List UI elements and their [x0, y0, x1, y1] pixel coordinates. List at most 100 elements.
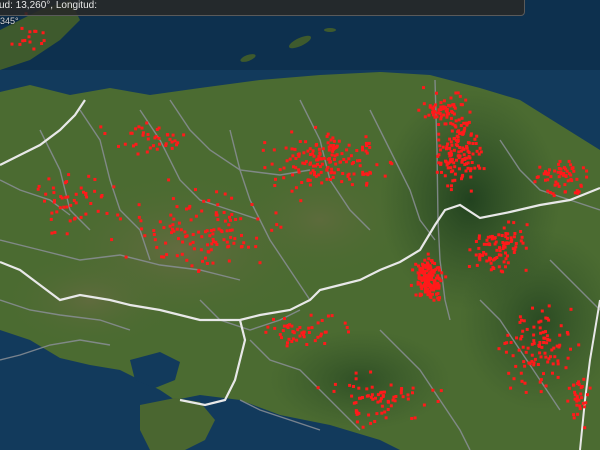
fire-hotspot[interactable]	[498, 246, 501, 250]
fire-hotspot[interactable]	[567, 159, 571, 163]
fire-hotspot[interactable]	[79, 215, 83, 219]
fire-hotspot[interactable]	[240, 233, 243, 237]
fire-hotspot[interactable]	[205, 229, 209, 233]
fire-hotspot[interactable]	[319, 334, 323, 338]
fire-hotspot[interactable]	[197, 230, 201, 234]
fire-hotspot[interactable]	[164, 241, 168, 245]
fire-hotspot[interactable]	[52, 200, 56, 204]
fire-hotspot[interactable]	[58, 206, 62, 210]
fire-hotspot[interactable]	[273, 184, 277, 187]
fire-hotspot[interactable]	[341, 172, 345, 175]
fire-hotspot[interactable]	[280, 336, 283, 340]
fire-hotspot[interactable]	[200, 209, 204, 213]
fire-hotspot[interactable]	[229, 235, 233, 239]
fire-hotspot[interactable]	[549, 175, 553, 179]
fire-hotspot[interactable]	[551, 371, 554, 375]
fire-hotspot[interactable]	[457, 154, 461, 158]
fire-hotspot[interactable]	[93, 178, 97, 181]
fire-hotspot[interactable]	[292, 165, 295, 169]
fire-hotspot[interactable]	[199, 248, 203, 252]
fire-hotspot[interactable]	[558, 333, 562, 337]
fire-hotspot[interactable]	[99, 195, 103, 199]
fire-hotspot[interactable]	[580, 385, 584, 388]
fire-hotspot[interactable]	[264, 330, 268, 334]
fire-hotspot[interactable]	[506, 254, 509, 258]
fire-hotspot[interactable]	[524, 350, 528, 354]
fire-hotspot[interactable]	[352, 385, 355, 388]
fire-hotspot[interactable]	[481, 253, 484, 257]
fire-hotspot[interactable]	[275, 223, 279, 227]
fire-hotspot[interactable]	[239, 245, 243, 249]
fire-hotspot[interactable]	[170, 227, 174, 231]
fire-hotspot[interactable]	[50, 231, 54, 235]
fire-hotspot[interactable]	[233, 237, 237, 241]
fire-hotspot[interactable]	[42, 39, 46, 43]
fire-hotspot[interactable]	[352, 172, 356, 176]
fire-hotspot[interactable]	[215, 190, 219, 194]
fire-hotspot[interactable]	[297, 168, 301, 172]
fire-hotspot[interactable]	[317, 147, 321, 151]
fire-hotspot[interactable]	[155, 147, 159, 151]
fire-hotspot[interactable]	[485, 242, 489, 246]
fire-hotspot[interactable]	[168, 137, 172, 141]
fire-hotspot[interactable]	[366, 394, 370, 398]
fire-hotspot[interactable]	[103, 132, 107, 135]
fire-hotspot[interactable]	[499, 253, 503, 257]
fire-hotspot[interactable]	[355, 412, 359, 416]
fire-hotspot[interactable]	[361, 148, 364, 152]
fire-hotspot[interactable]	[485, 259, 489, 263]
fire-hotspot[interactable]	[440, 170, 443, 174]
fire-hotspot[interactable]	[301, 161, 305, 165]
fire-hotspot[interactable]	[337, 139, 341, 143]
fire-hotspot[interactable]	[326, 132, 330, 136]
fire-hotspot[interactable]	[500, 234, 504, 237]
fire-hotspot[interactable]	[207, 250, 211, 254]
fire-hotspot[interactable]	[272, 148, 276, 152]
fire-hotspot[interactable]	[538, 326, 542, 330]
fire-hotspot[interactable]	[141, 133, 145, 137]
fire-hotspot[interactable]	[23, 39, 27, 42]
fire-hotspot[interactable]	[469, 132, 473, 136]
fire-hotspot[interactable]	[455, 144, 459, 148]
fire-hotspot[interactable]	[422, 86, 425, 90]
fire-hotspot[interactable]	[222, 238, 226, 242]
fire-hotspot[interactable]	[132, 144, 135, 148]
fire-hotspot[interactable]	[566, 399, 570, 403]
fire-hotspot[interactable]	[380, 411, 384, 415]
fire-hotspot[interactable]	[441, 145, 445, 149]
fire-hotspot[interactable]	[432, 105, 436, 109]
fire-hotspot[interactable]	[155, 128, 159, 131]
fire-hotspot[interactable]	[532, 325, 536, 329]
fire-hotspot[interactable]	[191, 240, 195, 244]
fire-hotspot[interactable]	[170, 146, 174, 150]
fire-hotspot[interactable]	[501, 270, 505, 274]
fire-hotspot[interactable]	[421, 268, 425, 272]
fire-hotspot[interactable]	[361, 145, 364, 149]
fire-hotspot[interactable]	[547, 304, 551, 308]
fire-hotspot[interactable]	[471, 142, 475, 145]
fire-hotspot[interactable]	[438, 144, 442, 148]
fire-hotspot[interactable]	[300, 181, 304, 184]
fire-hotspot[interactable]	[451, 169, 455, 173]
fire-hotspot[interactable]	[446, 166, 450, 170]
fire-hotspot[interactable]	[214, 240, 218, 244]
fire-hotspot[interactable]	[358, 164, 362, 168]
fire-hotspot[interactable]	[314, 125, 318, 129]
fire-hotspot[interactable]	[504, 235, 508, 239]
fire-hotspot[interactable]	[225, 229, 229, 233]
fire-hotspot[interactable]	[502, 226, 506, 230]
fire-hotspot[interactable]	[419, 285, 423, 289]
fire-hotspot[interactable]	[582, 377, 586, 381]
fire-hotspot[interactable]	[433, 115, 437, 119]
fire-hotspot[interactable]	[492, 267, 496, 270]
fire-hotspot[interactable]	[373, 420, 377, 423]
fire-hotspot[interactable]	[570, 167, 574, 170]
fire-hotspot[interactable]	[553, 169, 557, 173]
fire-hotspot[interactable]	[431, 388, 435, 392]
fire-hotspot[interactable]	[438, 148, 442, 152]
fire-hotspot[interactable]	[588, 386, 592, 390]
fire-hotspot[interactable]	[391, 398, 395, 402]
fire-hotspot[interactable]	[273, 326, 277, 330]
fire-hotspot[interactable]	[498, 249, 502, 253]
fire-hotspot[interactable]	[494, 240, 498, 244]
